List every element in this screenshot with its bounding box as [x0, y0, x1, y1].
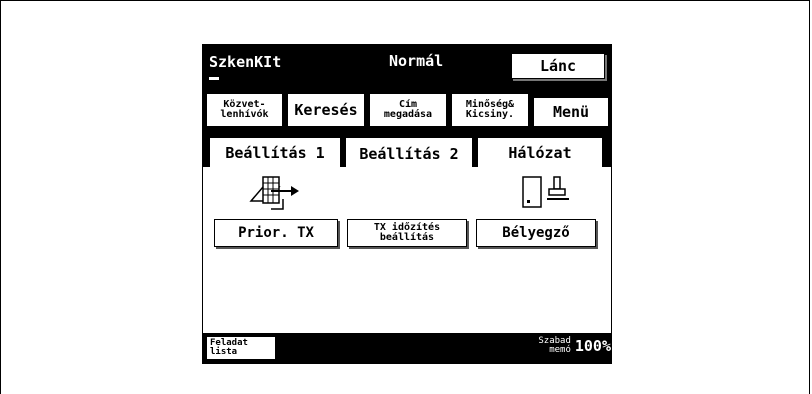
priority-tx-button[interactable]: Prior. TX: [214, 219, 338, 247]
menu-button[interactable]: Menü: [533, 97, 609, 127]
stamp-button[interactable]: Bélyegző: [476, 219, 596, 247]
tab-settings-1[interactable]: Beállítás 1: [209, 137, 341, 167]
screen-title: SzkenKIt: [209, 53, 282, 71]
search-button[interactable]: Keresés: [287, 93, 365, 127]
free-memory-value: 100%: [574, 336, 611, 355]
header-bar: SzkenKIt Normál Lánc: [203, 45, 611, 85]
control-panel-screen: SzkenKIt Normál Lánc Közvet- lenhívók Ke…: [202, 44, 612, 364]
chain-button[interactable]: Lánc: [511, 53, 605, 79]
free-memory-indicator: Szabad memó 100%: [538, 337, 611, 355]
priority-tx-icon: [249, 176, 299, 210]
status-bar: Feladat lista Szabad memó 100%: [203, 333, 611, 363]
tx-timer-setting-button[interactable]: TX időzítés beállítás: [347, 219, 467, 247]
address-entry-button[interactable]: Cím megadása: [369, 93, 447, 127]
direct-dial-button[interactable]: Közvet- lenhívók: [206, 93, 283, 127]
toolbar: Közvet- lenhívók Keresés Cím megadása Mi…: [203, 85, 611, 131]
tab-bar: Beállítás 1 Beállítás 2 Hálózat: [203, 131, 611, 169]
quality-reduction-button[interactable]: Minőség& Kicsiny.: [451, 93, 529, 127]
free-memory-label: Szabad memó: [538, 336, 571, 355]
mode-label: Normál: [389, 52, 444, 70]
tab-network[interactable]: Hálózat: [477, 137, 603, 167]
input-cursor: [209, 77, 219, 80]
settings-content: Prior. TX TX időzítés beállítás Bélyegző: [203, 167, 611, 335]
tab-settings-2[interactable]: Beállítás 2: [345, 137, 473, 169]
stamp-icon: [522, 176, 569, 208]
job-list-button[interactable]: Feladat lista: [206, 336, 276, 360]
